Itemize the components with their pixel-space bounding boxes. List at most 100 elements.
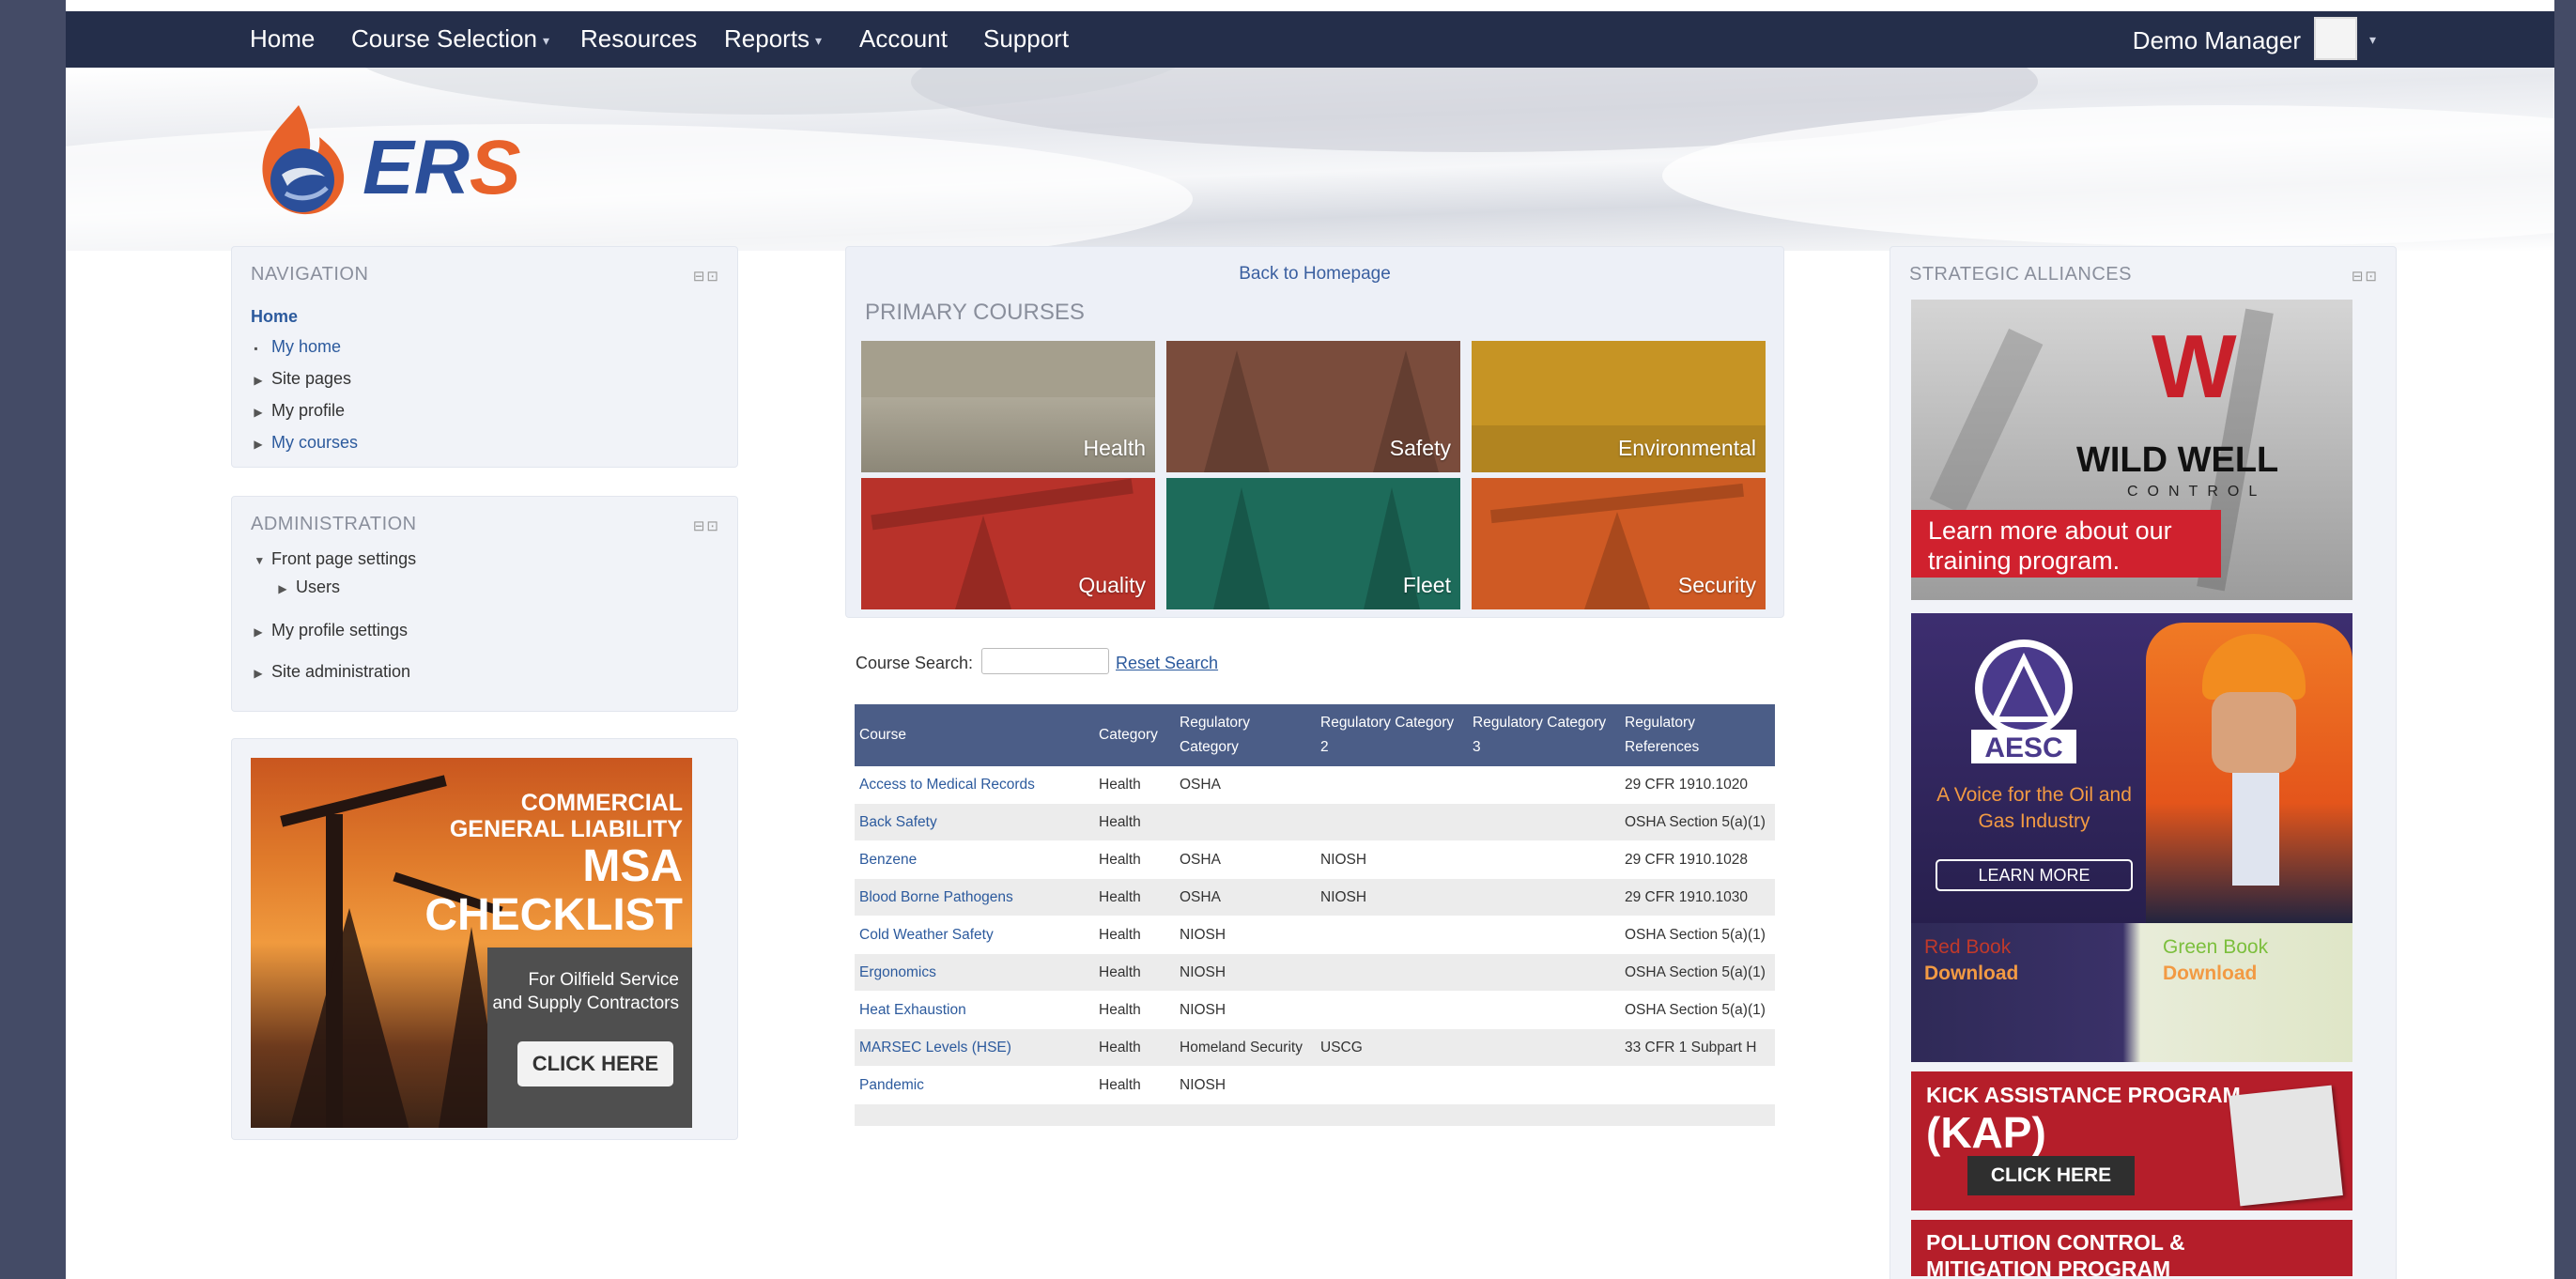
course-search-input[interactable] xyxy=(981,648,1109,674)
back-to-homepage-link[interactable]: Back to Homepage xyxy=(846,264,1783,285)
course-cell: Ergonomics xyxy=(855,953,1094,992)
course-link[interactable]: Benzene xyxy=(859,852,917,868)
kap-title: KICK ASSISTANCE PROGRAM xyxy=(1926,1083,2241,1107)
avatar[interactable] xyxy=(2314,17,2357,60)
reg-category-cell: NIOSH xyxy=(1175,953,1316,992)
reg-references-cell: 29 CFR 1910.1030 xyxy=(1620,878,1775,917)
nav-resources[interactable]: Resources xyxy=(580,24,697,54)
admin-item-site-administration[interactable]: ▶ Site administration xyxy=(251,662,410,682)
nav-account-label: Account xyxy=(859,24,948,53)
nav-support[interactable]: Support xyxy=(983,24,1069,54)
reg-category-cell xyxy=(1175,803,1316,841)
column-header-regulatory-category-2[interactable]: Regulatory Category 2 xyxy=(1316,704,1468,766)
column-header-regulatory-category[interactable]: Regulatory Category xyxy=(1175,704,1316,766)
block-controls-icon[interactable]: ⊟⊡ xyxy=(693,517,720,534)
table-row: Heat Exhaustion Health NIOSH OSHA Sectio… xyxy=(855,991,1775,1029)
ad-line-3: MSA xyxy=(582,841,683,891)
tile-label: Quality xyxy=(1078,573,1146,597)
pollution-title: POLLUTION CONTROL & MITIGATION PROGRAM xyxy=(1926,1229,2185,1276)
nav-resources-label: Resources xyxy=(580,24,698,53)
reg-category-cell: Homeland Security xyxy=(1175,1028,1316,1067)
course-tile-quality[interactable]: Quality xyxy=(861,478,1155,609)
ad-sub-2: and Supply Contractors xyxy=(492,994,679,1013)
course-link[interactable]: Heat Exhaustion xyxy=(859,1002,966,1018)
nav-reports[interactable]: Reports ▾ xyxy=(724,24,822,54)
expand-arrow-icon: ▶ xyxy=(275,582,287,595)
nav-course-selection-label: Course Selection xyxy=(351,24,537,53)
block-controls-icon[interactable]: ⊟⊡ xyxy=(2352,268,2379,285)
admin-item-my-profile-settings[interactable]: ▶ My profile settings xyxy=(251,621,408,640)
nav-account[interactable]: Account xyxy=(859,24,948,54)
expand-arrow-icon: ▶ xyxy=(251,374,263,387)
table-row: Pandemic Health NIOSH xyxy=(855,1066,1775,1104)
pollution-control-ad[interactable]: POLLUTION CONTROL & MITIGATION PROGRAM xyxy=(1911,1220,2352,1276)
sidebar-item-label: My courses xyxy=(271,433,359,452)
chevron-down-icon: ▾ xyxy=(543,32,550,48)
kap-click-here-button[interactable]: CLICK HERE xyxy=(1967,1156,2135,1195)
table-row xyxy=(855,1103,1775,1127)
course-tile-health[interactable]: Health xyxy=(861,341,1155,472)
nav-tree-home[interactable]: Home xyxy=(251,301,358,331)
msa-ad-block: COMMERCIAL GENERAL LIABILITY MSA CHECKLIST… xyxy=(231,738,738,1140)
table-row: Ergonomics Health NIOSH OSHA Section 5(a… xyxy=(855,953,1775,992)
red-book-download[interactable]: Red Book Download xyxy=(1924,934,2018,987)
ad-line-2: GENERAL LIABILITY xyxy=(449,816,683,842)
reg-category-3-cell xyxy=(1468,878,1620,917)
category-cell: Health xyxy=(1094,1066,1175,1104)
sidebar-item-site-pages[interactable]: ▶ Site pages xyxy=(251,363,358,395)
column-header-regulatory-category-3[interactable]: Regulatory Category 3 xyxy=(1468,704,1620,766)
course-link[interactable]: Ergonomics xyxy=(859,964,936,980)
reg-category-2-cell: USCG xyxy=(1316,1028,1468,1067)
course-tile-fleet[interactable]: Fleet xyxy=(1166,478,1460,609)
ad-click-here-button[interactable]: CLICK HERE xyxy=(517,1041,673,1086)
ad-subtitle: For Oilfield Service and Supply Contracto… xyxy=(492,968,679,1015)
nav-home[interactable]: Home xyxy=(250,24,315,54)
ad-sub-1: For Oilfield Service xyxy=(528,970,680,990)
reg-references-cell: 33 CFR 1 Subpart H xyxy=(1620,1028,1775,1067)
admin-item-label: Site administration xyxy=(271,662,411,681)
category-cell: Health xyxy=(1094,803,1175,841)
sidebar-item-my-courses[interactable]: ▶ My courses xyxy=(251,427,358,459)
course-tile-safety[interactable]: Safety xyxy=(1166,341,1460,472)
nav-course-selection[interactable]: Course Selection ▾ xyxy=(351,24,549,54)
tile-label: Health xyxy=(1083,436,1146,460)
course-link[interactable]: Access to Medical Records xyxy=(859,777,1035,793)
course-tile-security[interactable]: Security xyxy=(1472,478,1766,609)
top-navbar: Home Course Selection ▾ Resources Reports… xyxy=(66,11,2554,68)
admin-item-front-page-settings[interactable]: ▼ Front page settings xyxy=(251,549,416,569)
block-controls-icon[interactable]: ⊟⊡ xyxy=(693,268,720,285)
kap-brochure-image xyxy=(2229,1085,2343,1207)
kick-assistance-program-ad[interactable]: KICK ASSISTANCE PROGRAM (KAP) CLICK HERE xyxy=(1911,1071,2352,1210)
sidebar-item-my-profile[interactable]: ▶ My profile xyxy=(251,395,358,427)
green-book-download[interactable]: Green Book Download xyxy=(2163,934,2268,987)
reg-references-cell xyxy=(1620,1066,1775,1104)
course-link[interactable]: MARSEC Levels (HSE) xyxy=(859,1040,1011,1056)
column-header-course[interactable]: Course xyxy=(855,704,1094,766)
green-book-title: Green Book xyxy=(2163,936,2269,958)
course-link[interactable]: Blood Borne Pathogens xyxy=(859,889,1013,905)
chevron-down-icon[interactable]: ▾ xyxy=(2369,32,2376,48)
sidebar-item-my-home[interactable]: ▪ My home xyxy=(251,331,358,363)
column-header-regulatory-references[interactable]: Regulatory References xyxy=(1620,704,1775,766)
column-header-category[interactable]: Category xyxy=(1094,704,1175,766)
table-header-row: Course Category Regulatory Category Regu… xyxy=(855,704,1775,766)
table-row: Blood Borne Pathogens Health OSHA NIOSH … xyxy=(855,878,1775,917)
reg-category-cell: NIOSH xyxy=(1175,1066,1316,1104)
course-link[interactable]: Back Safety xyxy=(859,814,937,830)
category-cell: Health xyxy=(1094,916,1175,954)
ers-logo[interactable]: ERS xyxy=(244,100,620,222)
aesc-ad[interactable]: AESC A Voice for the Oil and Gas Industr… xyxy=(1911,613,2352,923)
course-link[interactable]: Cold Weather Safety xyxy=(859,927,994,943)
reset-search-link[interactable]: Reset Search xyxy=(1116,654,1218,673)
category-cell: Health xyxy=(1094,766,1175,804)
reg-category-2-cell xyxy=(1316,953,1468,992)
wild-well-control-ad[interactable]: W WILD WELL CONTROL Learn more about our… xyxy=(1911,300,2352,600)
aesc-learn-more-button[interactable]: LEARN MORE xyxy=(1936,859,2133,891)
msa-checklist-ad[interactable]: COMMERCIAL GENERAL LIABILITY MSA CHECKLIST… xyxy=(251,758,692,1128)
course-tile-environmental[interactable]: Environmental xyxy=(1472,341,1766,472)
admin-item-users[interactable]: ▶ Users xyxy=(275,578,340,597)
wild-well-logo-icon: W xyxy=(2152,316,2237,417)
user-menu-name[interactable]: Demo Manager xyxy=(2133,26,2301,55)
bullet-icon: ▪ xyxy=(251,342,258,355)
course-link[interactable]: Pandemic xyxy=(859,1077,924,1093)
